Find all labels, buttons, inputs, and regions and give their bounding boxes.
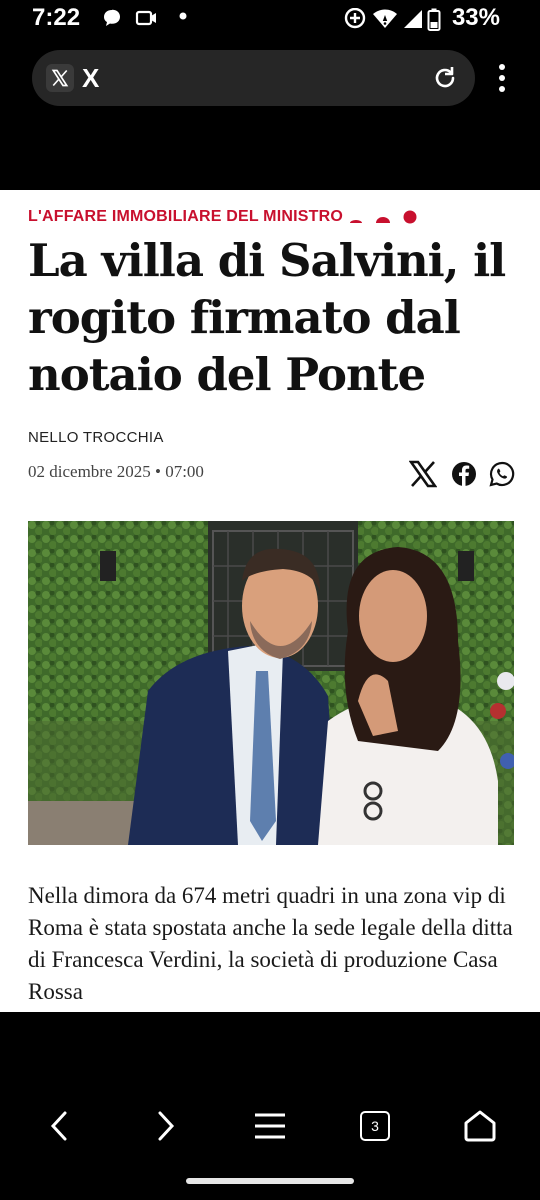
home-indicator[interactable] [186,1178,354,1184]
page-title: X [82,63,100,93]
author-byline[interactable]: NELLO TROCCHIA [28,429,164,446]
article-lead: Nella dimora da 674 metri quadri in una … [28,883,513,1004]
chat-bubble-icon [104,9,120,27]
article-photo[interactable] [28,521,514,845]
x-logo-icon [46,64,74,92]
clock: 7:22 [32,4,81,31]
signal-icon [404,10,422,28]
hamburger-menu-icon[interactable] [248,1104,292,1148]
kicker: L'AFFARE IMMOBILIARE DEL MINISTRO [28,208,343,225]
forward-icon[interactable] [143,1104,187,1148]
status-bar: 7:22 33% [0,0,540,36]
facebook-share-icon[interactable] [450,460,478,488]
kebab-menu-icon[interactable] [490,62,514,94]
domani-dots-icon [350,210,417,224]
wifi-icon [373,9,397,28]
battery-percentage: 33% [451,4,500,31]
reload-icon[interactable] [431,64,459,92]
data-saver-icon [344,8,366,29]
whatsapp-share-icon[interactable] [488,460,516,488]
publish-date: 02 dicembre 2025 • 07:00 [28,462,204,481]
home-icon[interactable] [458,1104,502,1148]
dot-icon [179,12,187,20]
back-icon[interactable] [38,1104,82,1148]
battery-icon [427,8,441,31]
kicker-row: L'AFFARE IMMOBILIARE DEL MINISTRO [28,208,520,232]
tab-count: 3 [371,1118,379,1134]
address-bar[interactable]: X [32,50,475,106]
browser-bottom-nav: 3 [0,1012,540,1200]
article-page: L'AFFARE IMMOBILIARE DEL MINISTRO La vil… [0,190,540,1012]
x-share-icon[interactable] [409,460,437,488]
video-icon [135,10,156,26]
tabs-icon[interactable]: 3 [353,1104,397,1148]
headline[interactable]: La villa di Salvini, il rogito firmato d… [28,232,518,403]
